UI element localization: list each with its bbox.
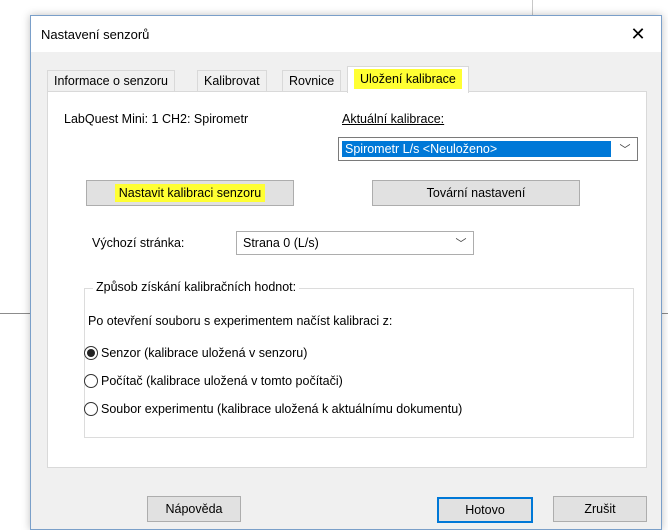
dialog-title: Nastavení senzorů [41,27,150,42]
tab-label-highlight: Uložení kalibrace [354,69,462,89]
default-page-value: Strana 0 (L/s) [243,236,319,250]
close-icon: ✕ [630,23,646,44]
default-page-dropdown[interactable]: Strana 0 (L/s) ﹀ [236,231,474,255]
tab-sensor-info[interactable]: Informace o senzoru [47,70,175,92]
background-divider [0,313,30,314]
sensor-label: LabQuest Mini: 1 CH2: Spirometr [64,112,249,126]
tab-equation[interactable]: Rovnice [282,70,342,92]
radio-computer[interactable]: Počítač (kalibrace uložená v tomto počít… [84,374,343,388]
tab-calibrate[interactable]: Kalibrovat [197,70,267,92]
sensor-settings-dialog: Nastavení senzorů ✕ Informace o senzoru … [30,15,662,530]
close-button[interactable]: ✕ [615,16,661,52]
radio-experiment-file[interactable]: Soubor experimentu (kalibrace uložená k … [84,402,462,416]
radio-empty-icon [84,402,98,416]
tab-calibration-storage[interactable]: Uložení kalibrace [347,66,469,93]
title-bar: Nastavení senzorů ✕ [31,16,661,52]
calibration-storage-panel: LabQuest Mini: 1 CH2: Spirometr Aktuální… [47,91,647,468]
factory-defaults-button[interactable]: Tovární nastavení [372,180,580,206]
done-button[interactable]: Hotovo [437,497,533,523]
help-button[interactable]: Nápověda [147,496,241,522]
set-calibration-button[interactable]: Nastavit kalibraci senzoru [86,180,294,206]
radio-empty-icon [84,374,98,388]
group-prompt: Po otevření souboru s experimentem načís… [88,314,393,328]
default-page-label: Výchozí stránka: [92,236,185,250]
current-calibration-value: Spirometr L/s <Neuloženo> [342,141,611,157]
chevron-down-icon[interactable]: ﹀ [613,138,637,160]
background-divider [532,0,533,15]
cancel-button[interactable]: Zrušit [553,496,647,522]
current-calibration-dropdown[interactable]: Spirometr L/s <Neuloženo> ﹀ [338,137,638,161]
radio-selected-icon [84,346,98,360]
current-calibration-label: Aktuální kalibrace: [342,112,445,126]
chevron-down-icon[interactable]: ﹀ [449,232,473,254]
background-divider [662,313,668,314]
group-label: Způsob získání kalibračních hodnot: [93,280,300,294]
radio-sensor[interactable]: Senzor (kalibrace uložená v senzoru) [84,346,307,360]
